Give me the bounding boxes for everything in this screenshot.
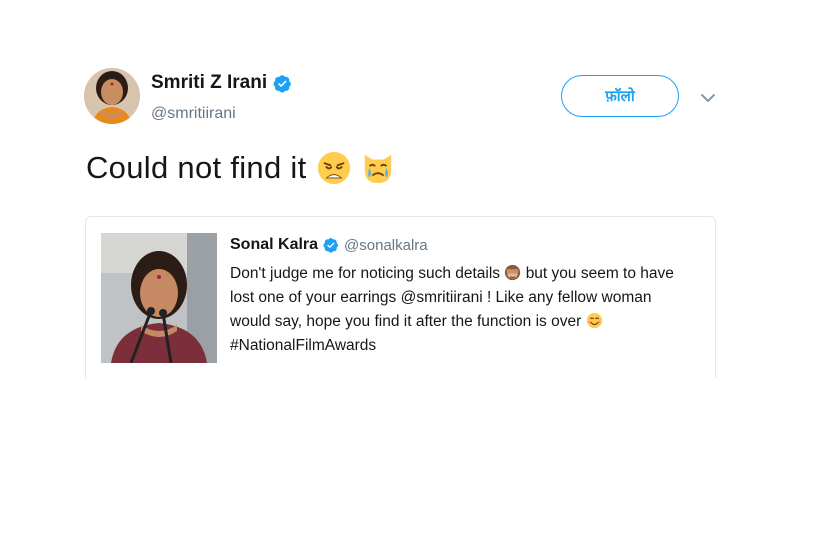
tweet-text-content: Could not find it <box>86 150 307 185</box>
quoted-tweet-line: Don't judge me for noticing such details… <box>230 262 705 286</box>
author-handle[interactable]: @smritiirani <box>151 105 236 123</box>
verified-badge-icon <box>273 74 291 93</box>
quoted-tweet-header: Sonal Kalra @sonalkalra <box>230 236 428 254</box>
profile-photo-icon <box>84 68 140 124</box>
quoted-line-text: lost one of your earrings @smritiirani !… <box>230 289 652 306</box>
quoted-author-handle[interactable]: @sonalkalra <box>344 237 428 254</box>
quoted-tweet-photo-icon <box>101 233 217 363</box>
quoted-line-text: but you seem to have <box>525 265 674 282</box>
author-avatar[interactable] <box>84 68 140 124</box>
quoted-tweet-line: lost one of your earrings @smritiirani !… <box>230 286 705 310</box>
crying-cat-emoji-icon <box>364 154 391 184</box>
quoted-author-name[interactable]: Sonal Kalra <box>230 236 318 254</box>
quoted-tweet-card[interactable]: Sonal Kalra @sonalkalra Don't judge me f… <box>85 216 716 378</box>
follow-button[interactable]: फ़ॉलो <box>561 75 679 117</box>
quoted-tweet-line: #NationalFilmAwards <box>230 334 705 358</box>
see-no-evil-monkey-emoji-icon <box>505 264 521 281</box>
hashtag-link[interactable]: #NationalFilmAwards <box>230 337 376 354</box>
weary-face-emoji-icon <box>317 151 350 185</box>
quoted-line-text: would say, hope you find it after the fu… <box>230 313 582 330</box>
quoted-line-text: Don't judge me for noticing such details <box>230 265 501 282</box>
tweet-embed: Smriti Z Irani @smritiirani फ़ॉलो Could … <box>0 0 840 550</box>
author-name-row: Smriti Z Irani <box>151 72 292 94</box>
quoted-tweet-line: would say, hope you find it after the fu… <box>230 310 705 334</box>
author-name[interactable]: Smriti Z Irani <box>151 72 267 94</box>
tweet-text: Could not find it <box>86 150 395 186</box>
verified-badge-icon <box>323 238 339 253</box>
smiling-face-emoji-icon <box>586 312 602 329</box>
quoted-tweet-image[interactable] <box>101 233 217 363</box>
quoted-tweet-text: Don't judge me for noticing such details… <box>230 262 705 358</box>
chevron-down-icon[interactable] <box>698 88 718 108</box>
